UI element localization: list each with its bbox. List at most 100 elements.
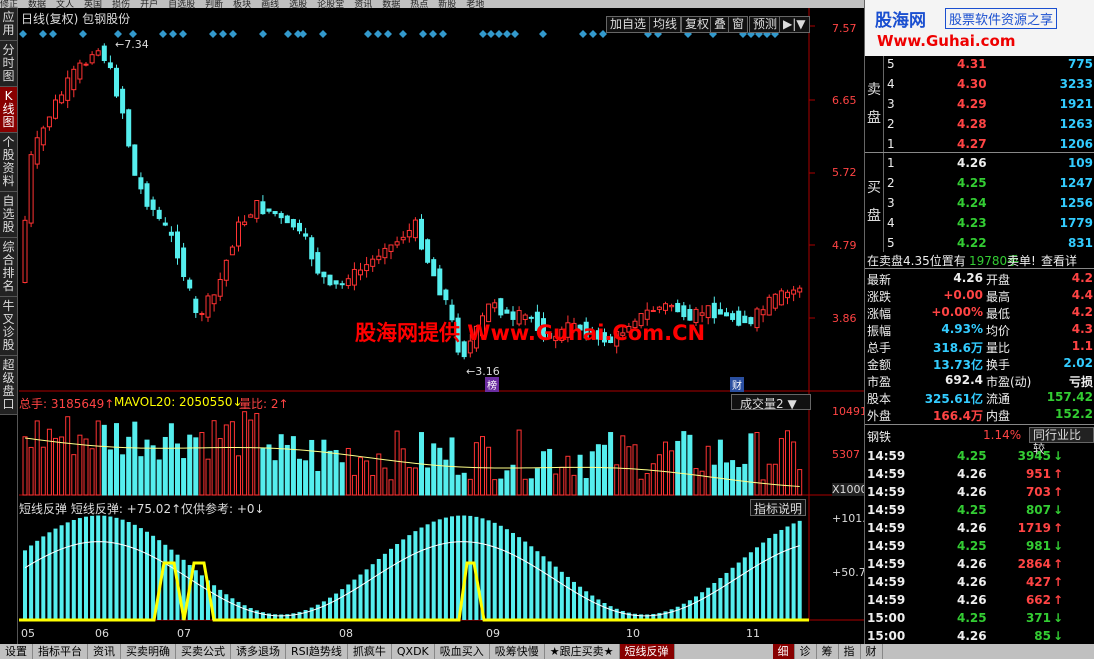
top-menu-item[interactable]: 开户 bbox=[140, 0, 158, 8]
indicator-tab[interactable]: 吸血买入 bbox=[435, 644, 490, 659]
quote-tab[interactable]: 诊 bbox=[795, 644, 817, 659]
tick-row: 14:59 4.25 3945 ↓ bbox=[865, 446, 1094, 466]
top-menu-item[interactable]: 画线 bbox=[261, 0, 279, 8]
indicator-bar bbox=[547, 561, 552, 620]
volume-bar bbox=[522, 478, 528, 496]
toolbar-button[interactable]: 复权 bbox=[681, 16, 714, 33]
top-menu-item[interactable]: 文人 bbox=[56, 0, 74, 8]
indicator-tab[interactable]: 诱多退场 bbox=[231, 644, 286, 659]
top-menu-item[interactable]: 修正 bbox=[0, 0, 18, 8]
left-tab[interactable]: 应用 bbox=[0, 8, 17, 41]
quote-tab[interactable]: 筹 bbox=[817, 644, 839, 659]
arrow-up-icon: ↑ bbox=[1052, 575, 1063, 589]
top-menu-item[interactable]: 自选股 bbox=[168, 0, 195, 8]
indicator-bar bbox=[523, 541, 528, 620]
stat-value: 166.4万 bbox=[933, 409, 983, 423]
signal-diamond bbox=[319, 30, 327, 38]
volume-bar bbox=[473, 442, 479, 496]
candle bbox=[724, 312, 729, 317]
quote-tab[interactable]: 指 bbox=[839, 644, 861, 659]
order-notice: 在卖盘4.35位置有 bbox=[867, 254, 966, 268]
indicator-tab[interactable]: 买卖公式 bbox=[176, 644, 231, 659]
volume-bar bbox=[278, 434, 284, 496]
tick-volume: 981 bbox=[1025, 539, 1051, 553]
top-menu-item[interactable]: 判断 bbox=[205, 0, 223, 8]
indicator-tab[interactable]: 指标平台 bbox=[33, 644, 88, 659]
indicator-tab[interactable]: ★跟庄买卖★ bbox=[545, 644, 620, 659]
tick-time: 14:59 bbox=[867, 575, 906, 589]
price-tick: 7.57 bbox=[832, 22, 857, 35]
candle bbox=[376, 255, 382, 261]
top-menu-item[interactable]: 论股堂 bbox=[317, 0, 344, 8]
left-tab[interactable]: 综合排名 bbox=[0, 238, 17, 297]
volume-bar bbox=[181, 458, 187, 496]
signal-diamond bbox=[399, 30, 407, 38]
indicator-tab[interactable]: 抓疯牛 bbox=[348, 644, 392, 659]
indicator-tab[interactable]: 设置 bbox=[0, 644, 33, 659]
top-menu-item[interactable]: 热点 bbox=[410, 0, 428, 8]
stat-value: +0.00 bbox=[943, 288, 983, 302]
rank-badge[interactable]: 榜 bbox=[485, 377, 499, 392]
industry-compare-button[interactable]: 同行业比较 bbox=[1029, 427, 1094, 456]
toolbar-button[interactable]: 加自选 bbox=[606, 16, 651, 33]
left-tab[interactable]: 牛叉诊股 bbox=[0, 297, 17, 356]
indicator-help-button[interactable]: 指标说明 bbox=[750, 499, 807, 516]
quote-tab[interactable]: 细 bbox=[772, 644, 795, 659]
candle bbox=[272, 211, 278, 215]
top-menu-item[interactable]: 数据 bbox=[382, 0, 400, 8]
left-tab[interactable]: 分时图 bbox=[0, 41, 17, 87]
sell-row: 5 4.31 775 bbox=[865, 54, 1094, 74]
signal-diamond bbox=[209, 30, 217, 38]
indicator-bar bbox=[535, 551, 540, 620]
indicator-tab[interactable]: 吸筹快慢 bbox=[490, 644, 545, 659]
toolbar-button[interactable]: 均线 bbox=[649, 16, 682, 33]
top-menu-item[interactable]: 资讯 bbox=[354, 0, 372, 8]
quote-tab[interactable]: 财 bbox=[861, 644, 883, 659]
indicator-bar bbox=[364, 569, 369, 620]
toolbar-button[interactable]: 叠 bbox=[710, 16, 731, 33]
top-menu-item[interactable]: 板块 bbox=[233, 0, 251, 8]
left-tab[interactable]: 超级盘口 bbox=[0, 356, 17, 415]
stat-value: +0.00% bbox=[931, 305, 983, 319]
candle bbox=[705, 305, 711, 319]
indicator-bar bbox=[608, 606, 613, 620]
left-tab[interactable]: 个股资料 bbox=[0, 133, 17, 192]
indicator-reference: 仅供参考: +0↓ bbox=[181, 502, 265, 516]
signal-diamond bbox=[487, 30, 495, 38]
top-menu-item[interactable]: 数据 bbox=[28, 0, 46, 8]
indicator-tab[interactable]: QXDK bbox=[392, 644, 435, 659]
toolbar-button[interactable]: 预测 bbox=[749, 16, 782, 33]
left-tab[interactable]: 自选股 bbox=[0, 192, 17, 238]
top-menu-item[interactable]: 老地 bbox=[466, 0, 484, 8]
candle bbox=[339, 283, 345, 286]
candle bbox=[412, 219, 418, 239]
volume-dropdown[interactable]: 成交量2 ▼ bbox=[731, 394, 811, 411]
volume-bar bbox=[382, 467, 388, 496]
finance-badge[interactable]: 财 bbox=[730, 377, 744, 392]
candle bbox=[211, 294, 217, 305]
buy-level: 3 bbox=[887, 196, 895, 210]
indicator-tab[interactable]: 买卖明确 bbox=[121, 644, 176, 659]
candle bbox=[101, 45, 107, 61]
volume-bar bbox=[547, 448, 553, 496]
indicator-bar bbox=[53, 528, 58, 620]
signal-diamond bbox=[219, 30, 227, 38]
left-tab[interactable]: K线图 bbox=[0, 87, 17, 133]
indicator-tab[interactable]: 短线反弹 bbox=[619, 644, 675, 659]
top-menu-item[interactable]: 选股 bbox=[289, 0, 307, 8]
top-menu-item[interactable]: 英国 bbox=[84, 0, 102, 8]
month-tick: 11 bbox=[746, 627, 760, 640]
candle bbox=[297, 222, 302, 232]
volume-bar bbox=[510, 464, 516, 496]
candle bbox=[370, 258, 376, 267]
tick-time: 14:59 bbox=[867, 449, 906, 463]
toolbar-button[interactable]: 窗 bbox=[728, 16, 749, 33]
top-menu-item[interactable]: 新股 bbox=[438, 0, 456, 8]
top-menu-item[interactable]: 损伤 bbox=[112, 0, 130, 8]
volume-bar bbox=[626, 446, 632, 496]
toolbar-button[interactable]: ▶|▼ bbox=[779, 16, 810, 33]
indicator-tab[interactable]: 资讯 bbox=[88, 644, 121, 659]
indicator-tab[interactable]: RSI趋势线 bbox=[286, 644, 348, 659]
tick-volume: 1719 bbox=[1017, 521, 1051, 535]
volume-bar bbox=[650, 463, 656, 496]
